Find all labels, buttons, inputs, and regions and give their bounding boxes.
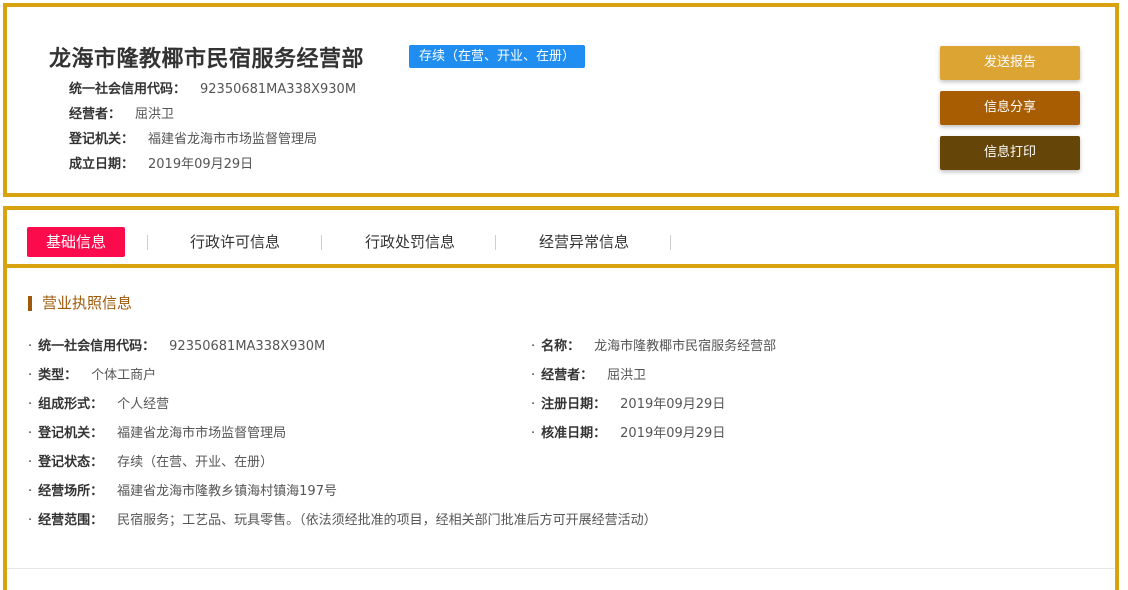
field-value: 个体工商户 [91, 368, 157, 383]
field-operator: · 经营者： 屈洪卫 [531, 364, 646, 383]
header-operator-value: 屈洪卫 [135, 107, 175, 122]
field-business-scope: · 经营范围： 民宿服务；工艺品、玩具零售。（依法须经批准的项目，经相关部门批准后方… [28, 509, 657, 528]
bullet: · [531, 339, 536, 354]
tab-admin-penalty[interactable]: 行政处罚信息 [365, 227, 455, 257]
tab-divider [147, 235, 148, 250]
field-value: 福建省龙海市市场监督管理局 [117, 426, 287, 441]
details-panel: 基础信息 行政许可信息 行政处罚信息 经营异常信息 营业执照信息 · 统一社会信用… [3, 206, 1119, 590]
header-established-date-value: 2019年09月29日 [148, 157, 254, 172]
field-composition: · 组成形式： 个人经营 [28, 393, 169, 412]
bullet: · [531, 397, 536, 412]
tab-divider [321, 235, 322, 250]
field-value: 92350681MA338X930M [169, 339, 326, 354]
field-value: 个人经营 [117, 397, 170, 412]
field-value: 屈洪卫 [607, 368, 647, 383]
company-name: 龙海市隆教椰市民宿服务经营部 [49, 47, 365, 72]
field-registration-authority: · 登记机关： 福建省龙海市市场监督管理局 [28, 422, 286, 441]
bullet: · [531, 426, 536, 441]
header-registration-authority: 登记机关： 福建省龙海市市场监督管理局 [69, 128, 317, 147]
field-label: 经营范围： [38, 513, 104, 528]
field-label: 名称： [541, 339, 581, 354]
field-value: 2019年09月29日 [620, 426, 726, 441]
field-label: 经营场所： [38, 484, 104, 499]
field-approval-date: · 核准日期： 2019年09月29日 [531, 422, 725, 441]
field-label: 登记机关： [38, 426, 104, 441]
divider [7, 568, 1115, 569]
bullet: · [28, 339, 33, 354]
header-credit-code-value: 92350681MA338X930M [200, 82, 357, 97]
bullet: · [28, 397, 33, 412]
header-operator-label: 经营者： [69, 107, 122, 122]
field-label: 登记状态： [38, 455, 104, 470]
header-established-date-label: 成立日期： [69, 157, 135, 172]
company-header-panel: 龙海市隆教椰市民宿服务经营部 存续（在营、开业、在册） 统一社会信用代码： 923… [3, 3, 1119, 197]
share-info-button[interactable]: 信息分享 [940, 91, 1080, 125]
tab-divider [495, 235, 496, 250]
field-label: 注册日期： [541, 397, 607, 412]
header-credit-code: 统一社会信用代码： 92350681MA338X930M [69, 78, 356, 97]
bullet: · [28, 484, 33, 499]
header-registration-authority-value: 福建省龙海市市场监督管理局 [148, 132, 318, 147]
field-label: 经营者： [541, 368, 594, 383]
field-label: 组成形式： [38, 397, 104, 412]
field-registration-date: · 注册日期： 2019年09月29日 [531, 393, 725, 412]
field-value: 龙海市隆教椰市民宿服务经营部 [594, 339, 777, 354]
tab-admin-license[interactable]: 行政许可信息 [190, 227, 280, 257]
bullet: · [28, 513, 33, 528]
tab-basic-info[interactable]: 基础信息 [27, 227, 125, 257]
field-label: 统一社会信用代码： [38, 339, 156, 354]
header-operator: 经营者： 屈洪卫 [69, 103, 174, 122]
field-credit-code: · 统一社会信用代码： 92350681MA338X930M [28, 335, 325, 354]
field-value: 2019年09月29日 [620, 397, 726, 412]
bullet: · [28, 426, 33, 441]
bullet: · [28, 368, 33, 383]
bullet: · [531, 368, 536, 383]
field-value: 福建省龙海市隆教乡镇海村镇海197号 [117, 484, 337, 499]
print-info-button[interactable]: 信息打印 [940, 136, 1080, 170]
header-established-date: 成立日期： 2019年09月29日 [69, 153, 253, 172]
field-value: 存续（在营、开业、在册） [117, 455, 274, 470]
status-badge: 存续（在营、开业、在册） [409, 45, 586, 68]
field-registration-status: · 登记状态： 存续（在营、开业、在册） [28, 451, 273, 470]
tab-divider [670, 235, 671, 250]
field-business-address: · 经营场所： 福建省龙海市隆教乡镇海村镇海197号 [28, 480, 337, 499]
send-report-button[interactable]: 发送报告 [940, 46, 1080, 80]
header-credit-code-label: 统一社会信用代码： [69, 82, 187, 97]
tab-abnormal-operation[interactable]: 经营异常信息 [539, 227, 629, 257]
field-label: 类型： [38, 368, 78, 383]
field-name: · 名称： 龙海市隆教椰市民宿服务经营部 [531, 335, 776, 354]
field-type: · 类型： 个体工商户 [28, 364, 156, 383]
section-title: 营业执照信息 [28, 296, 132, 311]
bullet: · [28, 455, 33, 470]
field-label: 核准日期： [541, 426, 607, 441]
header-registration-authority-label: 登记机关： [69, 132, 135, 147]
field-value: 民宿服务；工艺品、玩具零售。（依法须经批准的项目，经相关部门批准后方可开展经营活… [117, 513, 657, 528]
tabs-bar: 基础信息 行政许可信息 行政处罚信息 经营异常信息 [7, 210, 1115, 268]
